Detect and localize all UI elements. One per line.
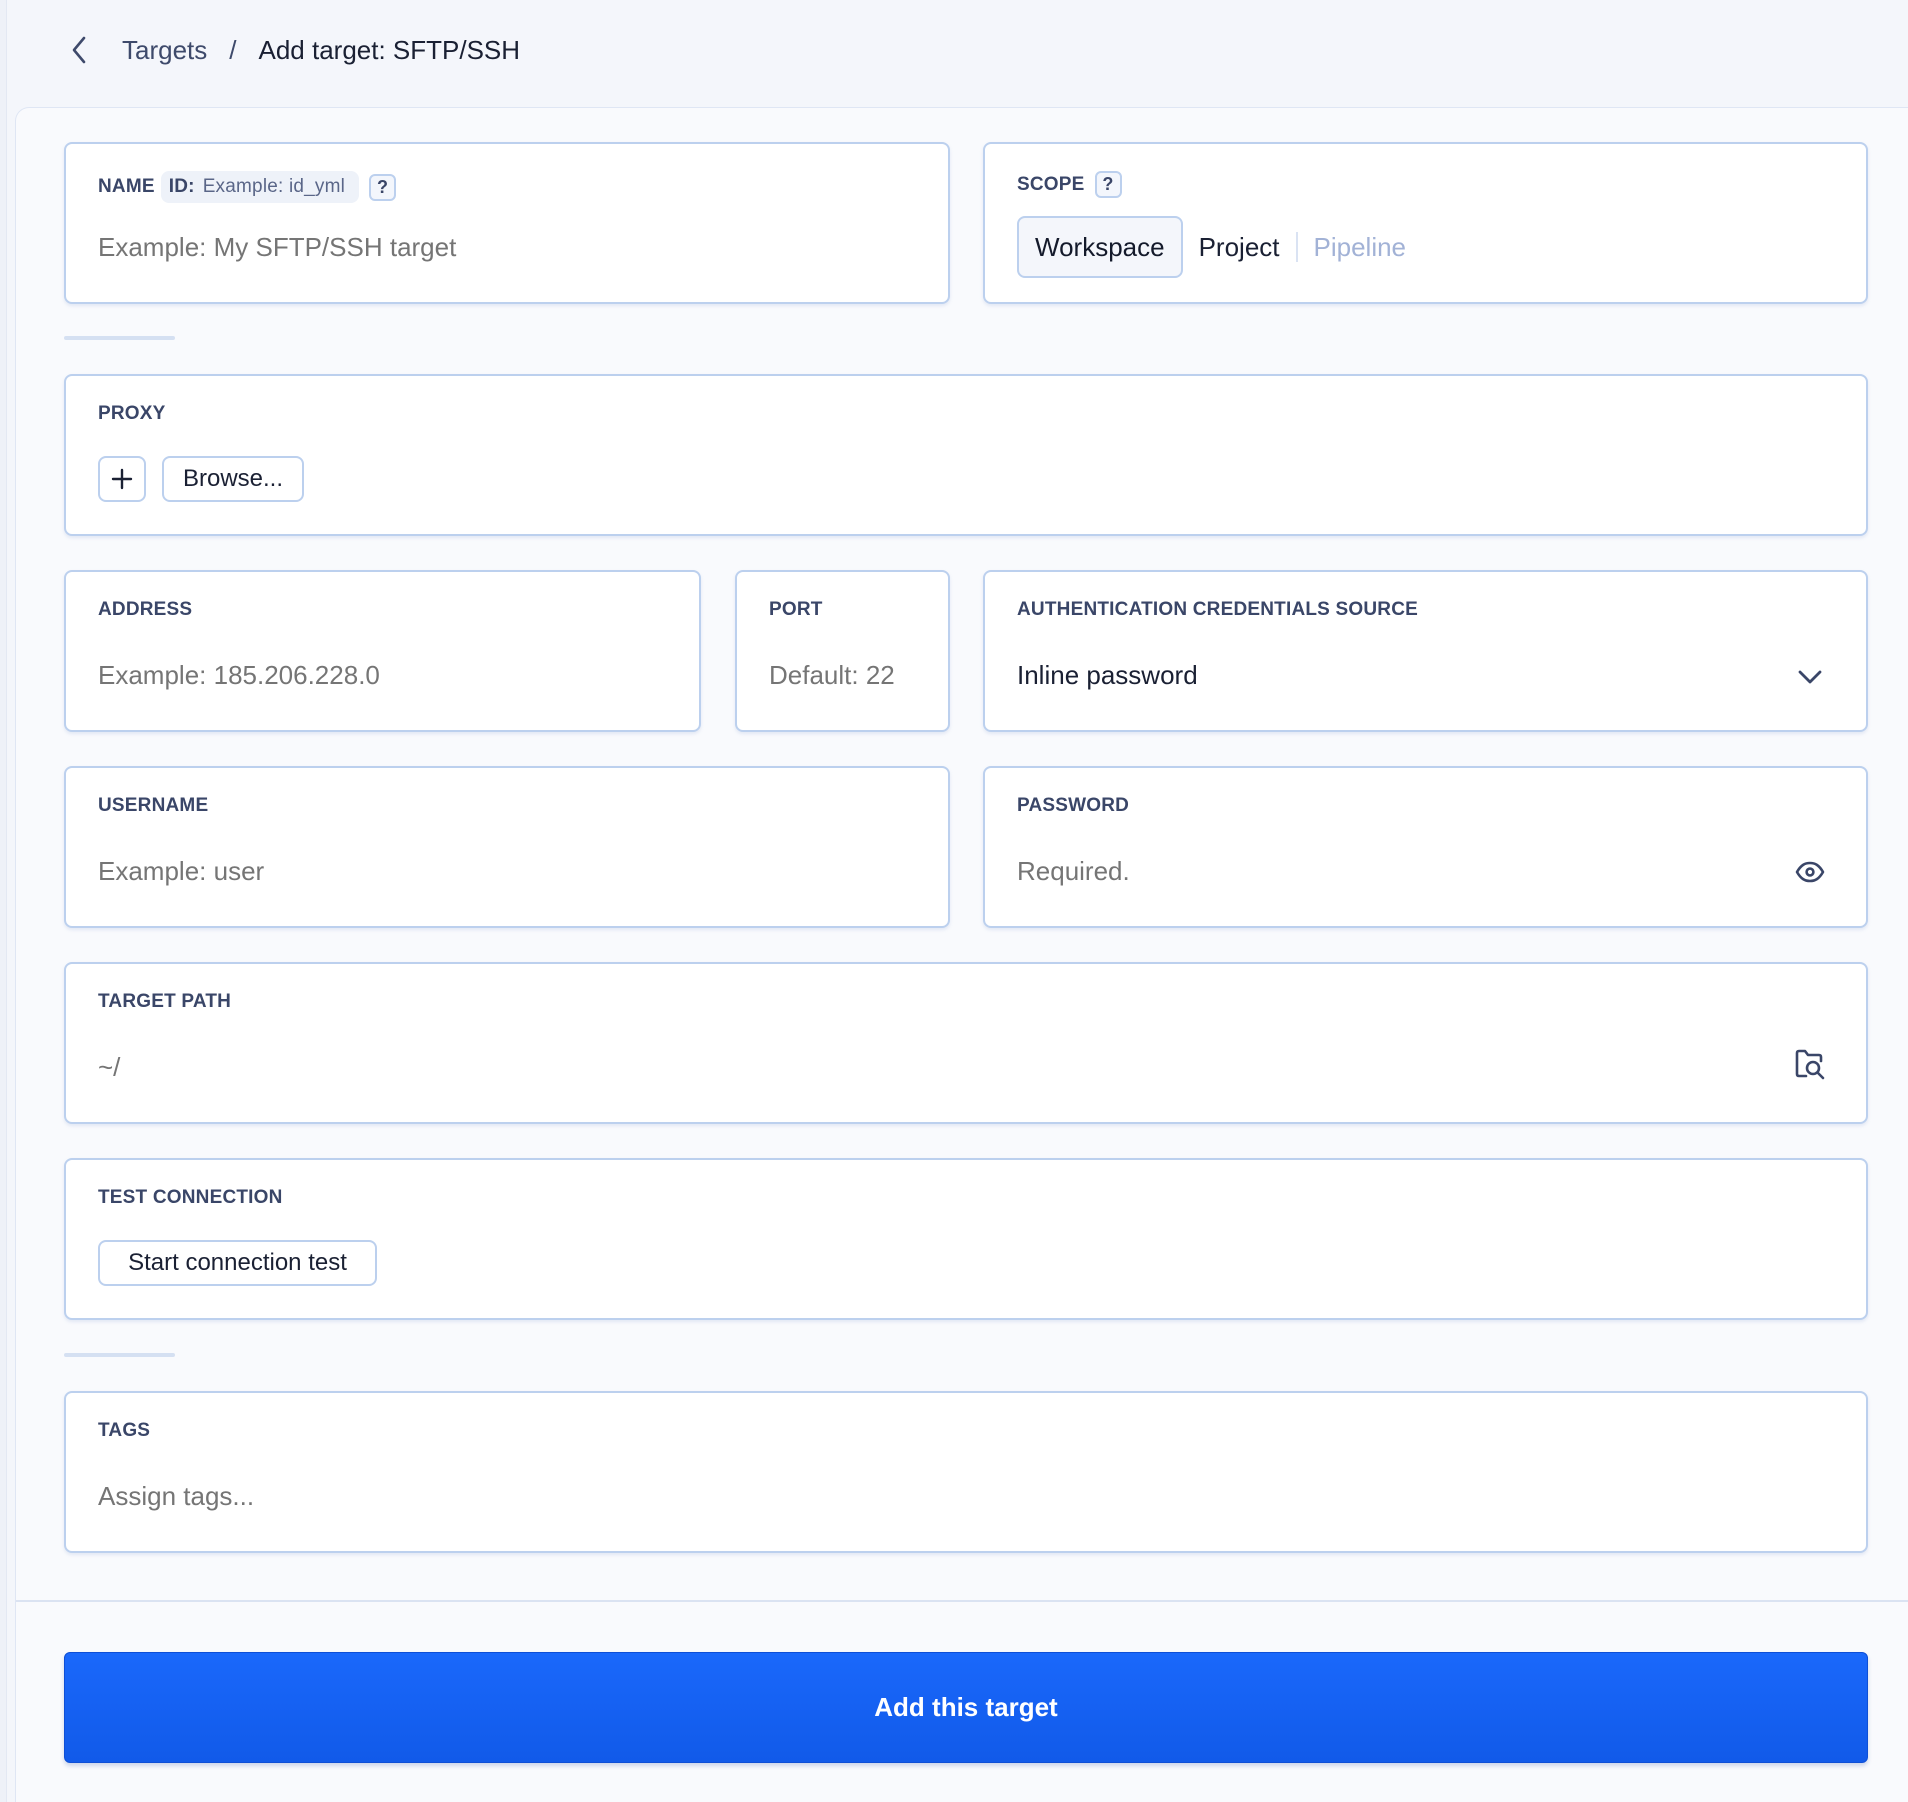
eye-icon [1795,861,1825,883]
port-card: PORT [735,570,950,732]
test-connection-card: TEST CONNECTION Start connection test [64,1158,1868,1320]
name-label-row: NAME ID: Example: id_yml ? [98,171,397,203]
window-edge [0,0,7,1802]
scope-option-pipeline: Pipeline [1313,231,1407,262]
password-card: PASSWORD [983,766,1868,928]
page-title: Add target: SFTP/SSH [258,34,521,65]
port-label: PORT [769,599,823,620]
name-input[interactable] [98,232,898,263]
scope-option-workspace[interactable]: Workspace [1017,216,1183,278]
auth-source-select[interactable]: AUTHENTICATION CREDENTIALS SOURCE Inline… [983,570,1868,732]
tags-card: TAGS [64,1391,1868,1553]
scope-label: SCOPE [1017,173,1085,195]
password-label: PASSWORD [1017,795,1130,816]
proxy-card: PROXY Browse... [64,374,1868,536]
breadcrumb: Targets / Add target: SFTP/SSH [66,30,520,70]
id-field[interactable]: ID: Example: id_yml [160,171,360,203]
name-label: NAME [98,176,155,197]
breadcrumb-targets-link[interactable]: Targets [122,35,207,66]
back-button[interactable] [66,30,92,70]
password-input[interactable] [1017,856,1757,887]
toggle-password-visibility[interactable] [1794,856,1826,888]
target-path-label: TARGET PATH [98,991,232,1012]
id-placeholder: Example: id_yml [202,176,346,197]
auth-source-value: Inline password [1017,660,1198,690]
add-target-button[interactable]: Add this target [64,1652,1868,1763]
form-panel: NAME ID: Example: id_yml ? SCOPE ? Works… [15,107,1908,1802]
target-path-input[interactable] [98,1052,1748,1083]
scope-option-project[interactable]: Project [1183,216,1296,278]
plus-icon [111,468,133,490]
browse-proxy-button[interactable]: Browse... [162,456,304,502]
add-proxy-button[interactable] [98,456,146,502]
name-help-button[interactable]: ? [369,173,397,201]
section-divider [64,336,175,340]
chevron-down-icon [1798,670,1822,684]
address-card: ADDRESS [64,570,701,732]
folder-search-icon [1795,1049,1825,1080]
scope-label-row: SCOPE ? [1017,171,1122,198]
auth-source-label: AUTHENTICATION CREDENTIALS SOURCE [1017,599,1419,620]
name-card: NAME ID: Example: id_yml ? [64,142,950,304]
address-label: ADDRESS [98,599,193,620]
tags-label: TAGS [98,1420,151,1441]
footer-divider [16,1600,1908,1602]
breadcrumb-separator: / [229,34,237,65]
test-connection-label: TEST CONNECTION [98,1187,283,1208]
proxy-label: PROXY [98,403,166,424]
scope-segmented-control: Workspace Project Pipeline [1017,216,1422,278]
id-key-label: ID: [168,176,195,197]
username-card: USERNAME [64,766,950,928]
port-input[interactable] [769,660,929,691]
scope-help-button[interactable]: ? [1094,171,1122,198]
auth-dropdown-toggle[interactable] [1794,661,1826,693]
username-input[interactable] [98,856,898,887]
address-input[interactable] [98,660,658,691]
tags-input[interactable] [98,1481,1798,1512]
chevron-left-icon [72,36,86,64]
username-label: USERNAME [98,795,209,816]
scope-card: SCOPE ? Workspace Project Pipeline [983,142,1868,304]
section-divider [64,1353,175,1357]
browse-path-button[interactable] [1794,1048,1826,1080]
start-connection-test-button[interactable]: Start connection test [98,1240,377,1286]
target-path-card: TARGET PATH [64,962,1868,1124]
